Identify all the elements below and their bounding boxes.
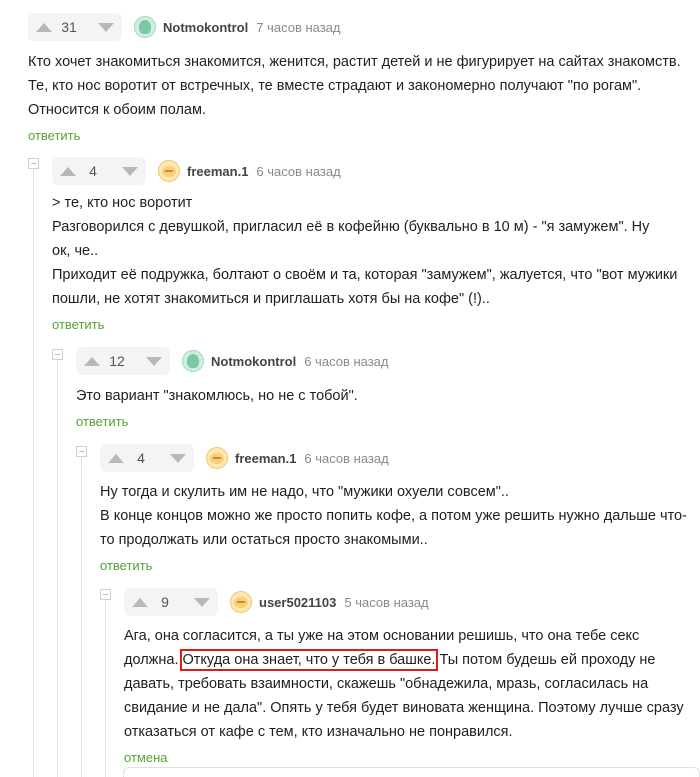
author-name[interactable]: freeman.1: [235, 451, 296, 466]
author-name[interactable]: Notmokontrol: [211, 354, 296, 369]
rating-count: 12: [109, 353, 125, 369]
comment-line: Относится к обоим полам.: [28, 102, 206, 118]
comment-header: 31 Notmokontrol 7 часов назад: [28, 13, 700, 41]
upvote-icon[interactable]: [84, 356, 100, 366]
comment: 4 freeman.1 6 часов назад Ну тогда и ску…: [100, 444, 700, 575]
reply-link[interactable]: ответить: [100, 558, 152, 573]
thread-line: [81, 457, 82, 777]
comment: 9 user5021103 5 часов назад Ага, она сог…: [124, 588, 700, 767]
upvote-icon[interactable]: [36, 22, 52, 32]
comment-line: Разговорился с девушкой, пригласил её в …: [52, 219, 650, 235]
author-name[interactable]: freeman.1: [187, 164, 248, 179]
timestamp[interactable]: 6 часов назад: [304, 354, 388, 369]
comment-line: Приходит её подружка, болтают о своём и …: [52, 267, 678, 283]
comment-line: должна. Откуда она знает, что у тебя в б…: [124, 648, 700, 672]
comment-line: Кто хочет знакомиться знакомится, женитс…: [28, 54, 681, 70]
downvote-icon[interactable]: [122, 166, 138, 176]
reply-link[interactable]: ответить: [52, 317, 104, 332]
comment: 4 freeman.1 6 часов назад > те, кто нос …: [52, 157, 700, 334]
thread-line: [57, 360, 58, 777]
rating-count: 4: [137, 450, 145, 466]
collapse-thread-button[interactable]: [100, 589, 111, 600]
comment-line: Ну тогда и скулить им не надо, что "мужи…: [100, 484, 509, 500]
author-name[interactable]: Notmokontrol: [163, 20, 248, 35]
comment-line: то продолжать или остаться просто знаком…: [100, 532, 428, 548]
comment: 31 Notmokontrol 7 часов назад Кто хочет …: [28, 13, 700, 145]
author-name[interactable]: user5021103: [259, 595, 336, 610]
rating-count: 31: [61, 19, 77, 35]
comment-body: Ну тогда и скулить им не надо, что "мужи…: [100, 480, 700, 552]
collapse-thread-button[interactable]: [52, 349, 63, 360]
vote-box: 4: [52, 157, 146, 185]
comment-line: давать, требовать взаимности, скажешь "о…: [124, 676, 649, 692]
comment-line: В конце концов можно же просто попить ко…: [100, 508, 687, 524]
timestamp[interactable]: 7 часов назад: [256, 20, 340, 35]
comment-header: 9 user5021103 5 часов назад: [124, 588, 700, 616]
comment: 12 Notmokontrol 6 часов назад Это вариан…: [76, 347, 700, 431]
downvote-icon[interactable]: [98, 22, 114, 32]
upvote-icon[interactable]: [60, 166, 76, 176]
rating-count: 4: [89, 163, 97, 179]
collapse-thread-button[interactable]: [28, 158, 39, 169]
comment-line: ок, че..: [52, 243, 99, 259]
vote-box: 4: [100, 444, 194, 472]
comment-line: > те, кто нос воротит: [52, 195, 193, 211]
comment-text: Ты потом будешь ей проходу не: [435, 652, 656, 668]
avatar[interactable]: [158, 160, 180, 182]
comment-line: Те, кто нос воротит от встречных, те вме…: [28, 78, 642, 94]
comment-body: Ага, она согласится, а ты уже на этом ос…: [124, 624, 700, 744]
timestamp[interactable]: 6 часов назад: [304, 451, 388, 466]
upvote-icon[interactable]: [108, 453, 124, 463]
timestamp[interactable]: 6 часов назад: [256, 164, 340, 179]
comment-line: отказаться от кафе с тем, кто изначально…: [124, 724, 513, 740]
downvote-icon[interactable]: [170, 453, 186, 463]
comment-body: Кто хочет знакомиться знакомится, женитс…: [28, 50, 700, 122]
comment-line: Ага, она согласится, а ты уже на этом ос…: [124, 628, 640, 644]
vote-box: 12: [76, 347, 170, 375]
comment-body: Это вариант "знакомлюсь, но не с тобой".: [76, 384, 700, 408]
avatar[interactable]: [206, 447, 228, 469]
comment-body: > те, кто нос воротит Разговорился с дев…: [52, 191, 700, 311]
thread-line: [33, 170, 34, 777]
vote-box: 31: [28, 13, 122, 41]
reply-link[interactable]: ответить: [76, 414, 128, 429]
comment-header: 4 freeman.1 6 часов назад: [52, 157, 700, 185]
comment-text: должна.: [124, 652, 183, 668]
comment-header: 4 freeman.1 6 часов назад: [100, 444, 700, 472]
collapse-thread-button[interactable]: [76, 446, 87, 457]
comment-header: 12 Notmokontrol 6 часов назад: [76, 347, 700, 375]
comment-line: Это вариант "знакомлюсь, но не с тобой".: [76, 388, 358, 404]
comment-line: свидание и не дала". Опять у тебя будет …: [124, 700, 684, 716]
downvote-icon[interactable]: [194, 597, 210, 607]
reply-input-box[interactable]: [123, 767, 700, 777]
avatar[interactable]: [134, 16, 156, 38]
rating-count: 9: [161, 594, 169, 610]
avatar[interactable]: [230, 591, 252, 613]
avatar[interactable]: [182, 350, 204, 372]
vote-box: 9: [124, 588, 218, 616]
timestamp[interactable]: 5 часов назад: [344, 595, 428, 610]
thread-line: [105, 600, 106, 777]
cancel-link[interactable]: отмена: [124, 750, 167, 765]
comment-line: пошли, не хотят знакомиться и приглашать…: [52, 291, 490, 307]
reply-link[interactable]: ответить: [28, 128, 80, 143]
downvote-icon[interactable]: [146, 356, 162, 366]
upvote-icon[interactable]: [132, 597, 148, 607]
highlighted-quote: Откуда она знает, что у тебя в башке.: [179, 649, 439, 671]
